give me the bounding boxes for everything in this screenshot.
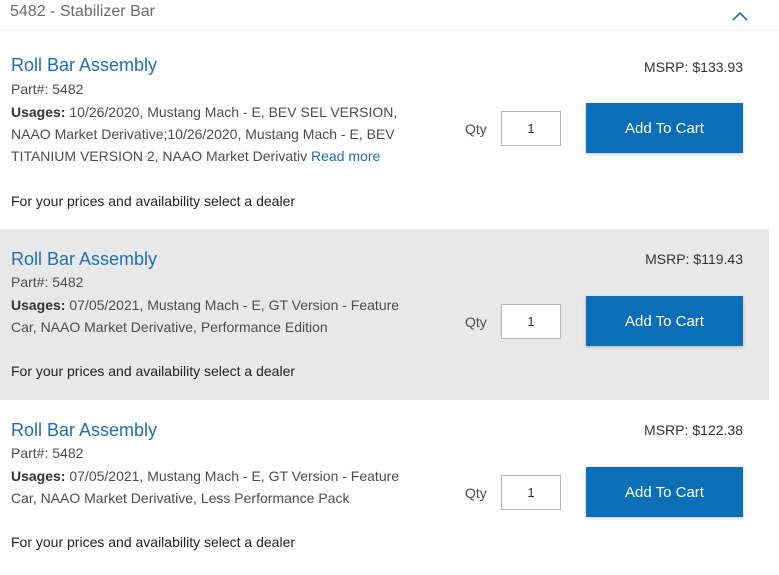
usages-text: Usages: 07/05/2021, Mustang Mach - E, GT… (11, 465, 403, 509)
msrp-price: MSRP: $133.93 (644, 59, 743, 75)
msrp-value: $122.38 (692, 422, 743, 438)
usages-label: Usages: (11, 297, 66, 313)
qty-label: Qty (465, 314, 487, 330)
msrp-label: MSRP: (644, 422, 689, 438)
section-header: 5482 - Stabilizer Bar (0, 0, 779, 31)
usages-label: Usages: (11, 468, 66, 484)
usages-value: 07/05/2021, Mustang Mach - E, GT Version… (11, 468, 400, 506)
usages-text: Usages: 07/05/2021, Mustang Mach - E, GT… (11, 294, 403, 338)
msrp-value: $133.93 (692, 59, 743, 75)
qty-input[interactable] (501, 475, 561, 510)
qty-label: Qty (465, 121, 487, 137)
chevron-up-icon[interactable] (731, 9, 749, 21)
product-item: Roll Bar Assembly Part#: 5482 Usages: 10… (0, 31, 769, 229)
product-title-link[interactable]: Roll Bar Assembly (11, 249, 157, 270)
usages-label: Usages: (11, 104, 66, 120)
usages-text: Usages: 10/26/2020, Mustang Mach - E, BE… (11, 101, 403, 167)
msrp-value: $119.43 (693, 251, 743, 267)
add-to-cart-button[interactable]: Add To Cart (586, 296, 743, 346)
dealer-note: For your prices and availability select … (11, 363, 296, 379)
msrp-label: MSRP: (644, 59, 689, 75)
product-item: Roll Bar Assembly Part#: 5482 Usages: 07… (0, 400, 769, 575)
read-more-link[interactable]: Read more (311, 148, 380, 164)
add-to-cart-button[interactable]: Add To Cart (586, 467, 743, 517)
part-number: Part#: 5482 (11, 81, 84, 97)
dealer-note: For your prices and availability select … (11, 193, 296, 209)
dealer-note: For your prices and availability select … (11, 534, 296, 550)
qty-input[interactable] (501, 111, 561, 146)
part-number: Part#: 5482 (11, 274, 84, 290)
qty-label: Qty (465, 485, 487, 501)
part-number: Part#: 5482 (11, 445, 84, 461)
msrp-label: MSRP: (645, 251, 690, 267)
msrp-price: MSRP: $119.43 (645, 251, 743, 267)
qty-input[interactable] (501, 304, 561, 339)
usages-value: 07/05/2021, Mustang Mach - E, GT Version… (11, 297, 400, 335)
section-title: 5482 - Stabilizer Bar (10, 3, 155, 20)
product-item: Roll Bar Assembly Part#: 5482 Usages: 07… (0, 229, 769, 400)
add-to-cart-button[interactable]: Add To Cart (586, 103, 743, 153)
msrp-price: MSRP: $122.38 (644, 422, 743, 438)
product-title-link[interactable]: Roll Bar Assembly (11, 420, 157, 441)
product-title-link[interactable]: Roll Bar Assembly (11, 55, 157, 76)
